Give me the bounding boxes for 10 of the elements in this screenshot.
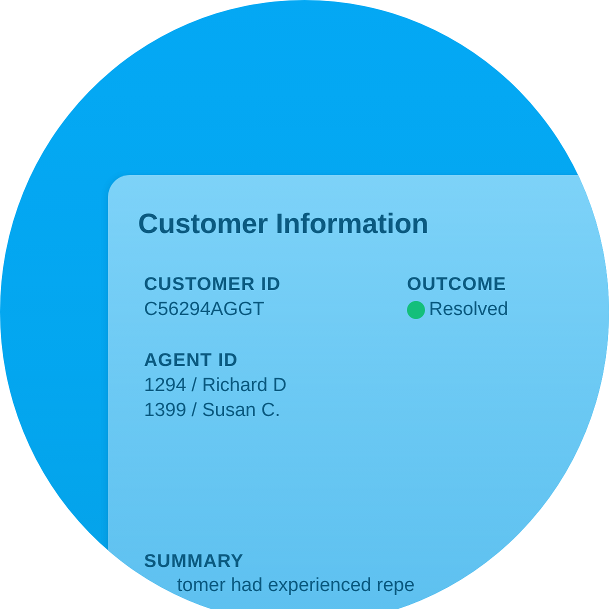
field-label: OUTCOME (407, 272, 506, 296)
field-value: C56294AGGT (144, 298, 264, 322)
field-label: SUMMARY (144, 549, 244, 573)
field-label: CUSTOMER ID (144, 272, 281, 296)
field-value: 1399 / Susan C. (144, 399, 280, 423)
field-value: 1294 / Richard D (144, 374, 287, 398)
field-label: AGENT ID (144, 348, 238, 372)
status-text: Resolved (429, 298, 508, 322)
summary-text: tomer had experienced repe (177, 574, 415, 598)
card-title: Customer Information (138, 208, 428, 240)
